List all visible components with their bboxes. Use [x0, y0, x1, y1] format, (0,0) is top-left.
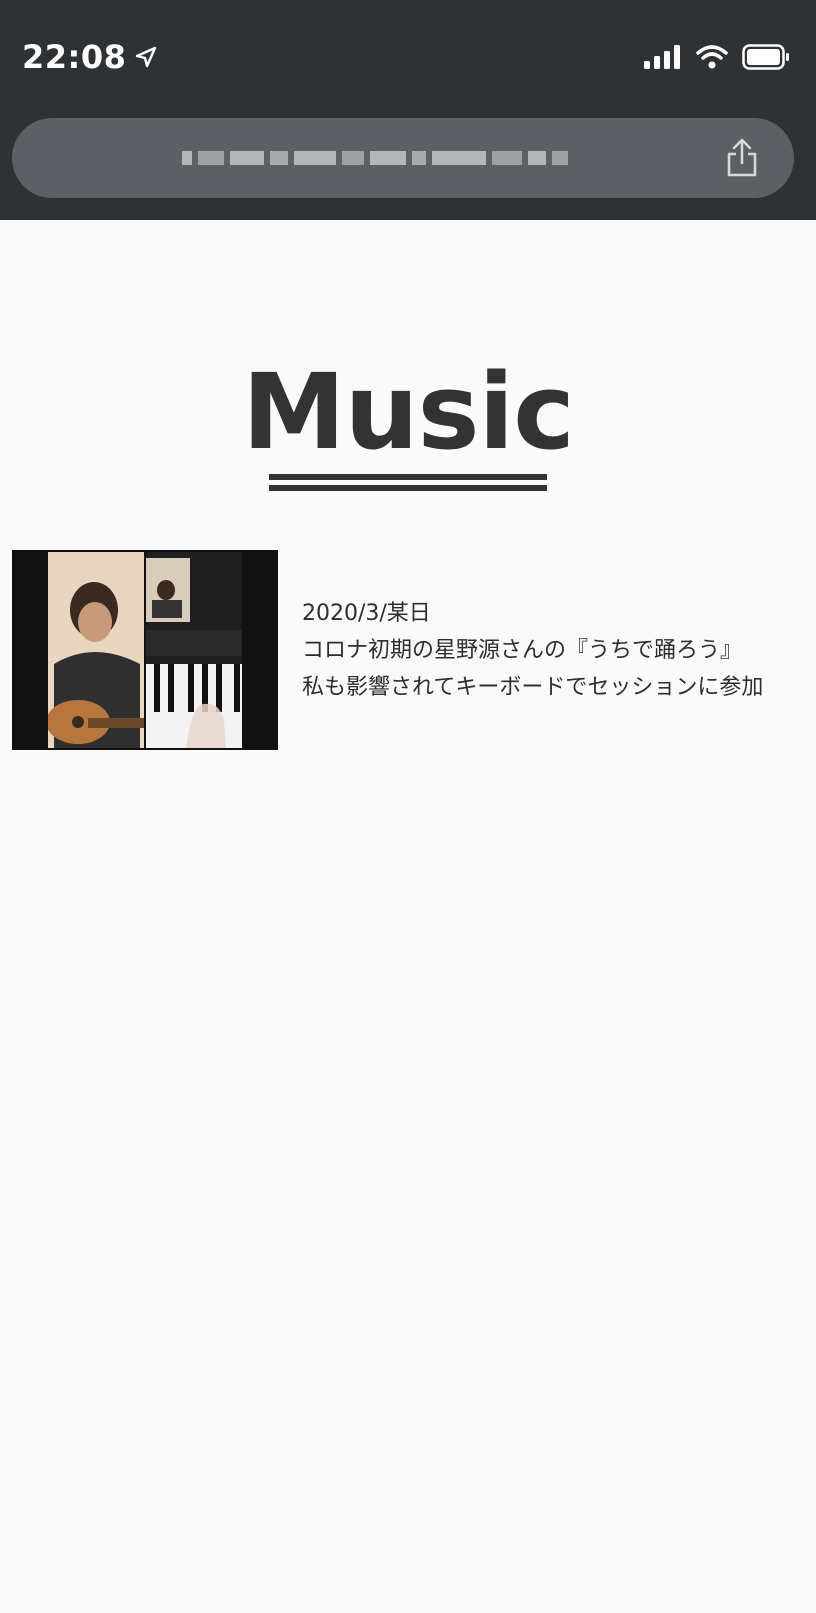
music-entry-description: 2020/3/某日 コロナ初期の星野源さんの『うちで踊ろう』 私も影響されてキー…: [302, 595, 763, 706]
wifi-icon: [696, 45, 728, 69]
status-time: 22:08: [22, 38, 158, 76]
share-icon: [727, 138, 757, 177]
entry-line-1: コロナ初期の星野源さんの『うちで踊ろう』: [302, 637, 743, 663]
url-text-obscured: [182, 140, 642, 176]
video-thumbnail[interactable]: [12, 550, 278, 750]
heading-block: Music: [0, 360, 816, 496]
cellular-signal-icon: [644, 45, 680, 69]
entry-date: 2020/3/某日: [302, 600, 431, 626]
guitar-player-panel: [48, 552, 144, 748]
status-time-label: 22:08: [22, 38, 127, 76]
location-arrow-icon: [136, 46, 157, 68]
browser-chrome: 22:08: [0, 0, 816, 220]
status-icons: [644, 44, 790, 70]
title-double-underline: [269, 474, 547, 491]
address-bar[interactable]: [12, 118, 794, 198]
page-title: Music: [242, 351, 575, 473]
share-button[interactable]: [720, 136, 764, 180]
entry-line-2: 私も影響されてキーボードでセッションに参加: [302, 674, 764, 700]
battery-icon: [742, 44, 789, 70]
music-entry: 2020/3/某日 コロナ初期の星野源さんの『うちで踊ろう』 私も影響されてキー…: [12, 550, 804, 750]
keyboard-player-panel: [146, 552, 242, 748]
page-content: Music 2020/3/某日 コロナ初期の星野源さんの『うちで踊ろう』 私も影…: [0, 220, 816, 1613]
